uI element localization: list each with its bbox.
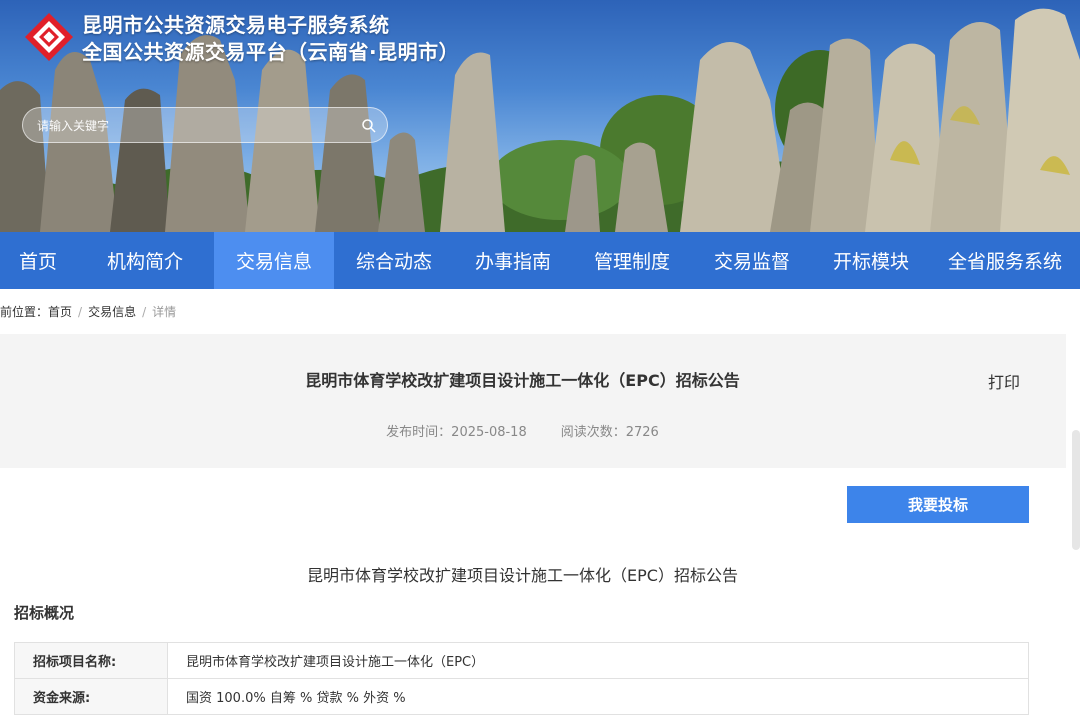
site-logo <box>25 13 73 61</box>
nav-item-home[interactable]: 首页 <box>0 232 76 289</box>
breadcrumb-prefix: 前位置： <box>0 305 49 319</box>
article-header <box>0 334 1066 468</box>
table-row: 招标项目名称: 昆明市体育学校改扩建项目设计施工一体化（EPC） <box>14 642 1029 679</box>
nav-item-news[interactable]: 综合动态 <box>334 232 454 289</box>
search-input[interactable] <box>37 115 357 137</box>
nav-item-supervision[interactable]: 交易监督 <box>692 232 812 289</box>
submit-bid-button[interactable]: 我要投标 <box>847 486 1029 523</box>
article-title: 昆明市体育学校改扩建项目设计施工一体化（EPC）招标公告 <box>305 371 740 390</box>
site-title: 昆明市公共资源交易电子服务系统 全国公共资源交易平台（云南省·昆明市） <box>82 12 459 66</box>
view-count: 阅读次数：2726 <box>560 425 659 440</box>
breadcrumb-separator: / <box>142 305 147 319</box>
bid-info-table: 招标项目名称: 昆明市体育学校改扩建项目设计施工一体化（EPC） 资金来源: 国… <box>14 642 1029 715</box>
article-meta: 发布时间：2025-08-18 阅读次数：2726 <box>0 421 1045 440</box>
breadcrumb-separator: / <box>78 305 83 319</box>
breadcrumb: 前位置：首页 / 交易信息 / 详情 <box>0 303 176 320</box>
nav-item-trade-info[interactable]: 交易信息 <box>214 232 334 289</box>
row-value: 昆明市体育学校改扩建项目设计施工一体化（EPC） <box>167 642 1029 679</box>
print-button[interactable]: 打印 <box>988 369 1020 393</box>
header-banner: 昆明市公共资源交易电子服务系统 全国公共资源交易平台（云南省·昆明市） <box>0 0 1080 232</box>
nav-item-about[interactable]: 机构简介 <box>76 232 214 289</box>
site-title-line1: 昆明市公共资源交易电子服务系统 <box>82 13 390 37</box>
publish-time: 发布时间：2025-08-18 <box>386 425 527 440</box>
search-icon[interactable] <box>361 118 377 134</box>
row-value: 国资 100.0% 自筹 % 贷款 % 外资 % <box>167 678 1029 715</box>
main-nav: 首页 机构简介 交易信息 综合动态 办事指南 管理制度 交易监督 开标模块 全省… <box>0 232 1080 289</box>
table-row: 资金来源: 国资 100.0% 自筹 % 贷款 % 外资 % <box>14 678 1029 715</box>
breadcrumb-trade-info[interactable]: 交易信息 <box>88 305 136 319</box>
row-label: 招标项目名称: <box>14 642 168 679</box>
nav-item-province-system[interactable]: 全省服务系统 <box>930 232 1080 289</box>
announcement-title: 昆明市体育学校改扩建项目设计施工一体化（EPC）招标公告 <box>307 566 738 585</box>
breadcrumb-home[interactable]: 首页 <box>48 305 72 319</box>
nav-item-guide[interactable]: 办事指南 <box>454 232 572 289</box>
row-label: 资金来源: <box>14 678 168 715</box>
search-box <box>22 107 388 143</box>
section-title: 招标概况 <box>14 604 75 622</box>
nav-item-rules[interactable]: 管理制度 <box>572 232 692 289</box>
scrollbar-thumb[interactable] <box>1072 430 1080 550</box>
breadcrumb-current: 详情 <box>152 305 177 319</box>
site-title-line2: 全国公共资源交易平台（云南省·昆明市） <box>82 40 460 64</box>
nav-item-bid-opening[interactable]: 开标模块 <box>812 232 930 289</box>
